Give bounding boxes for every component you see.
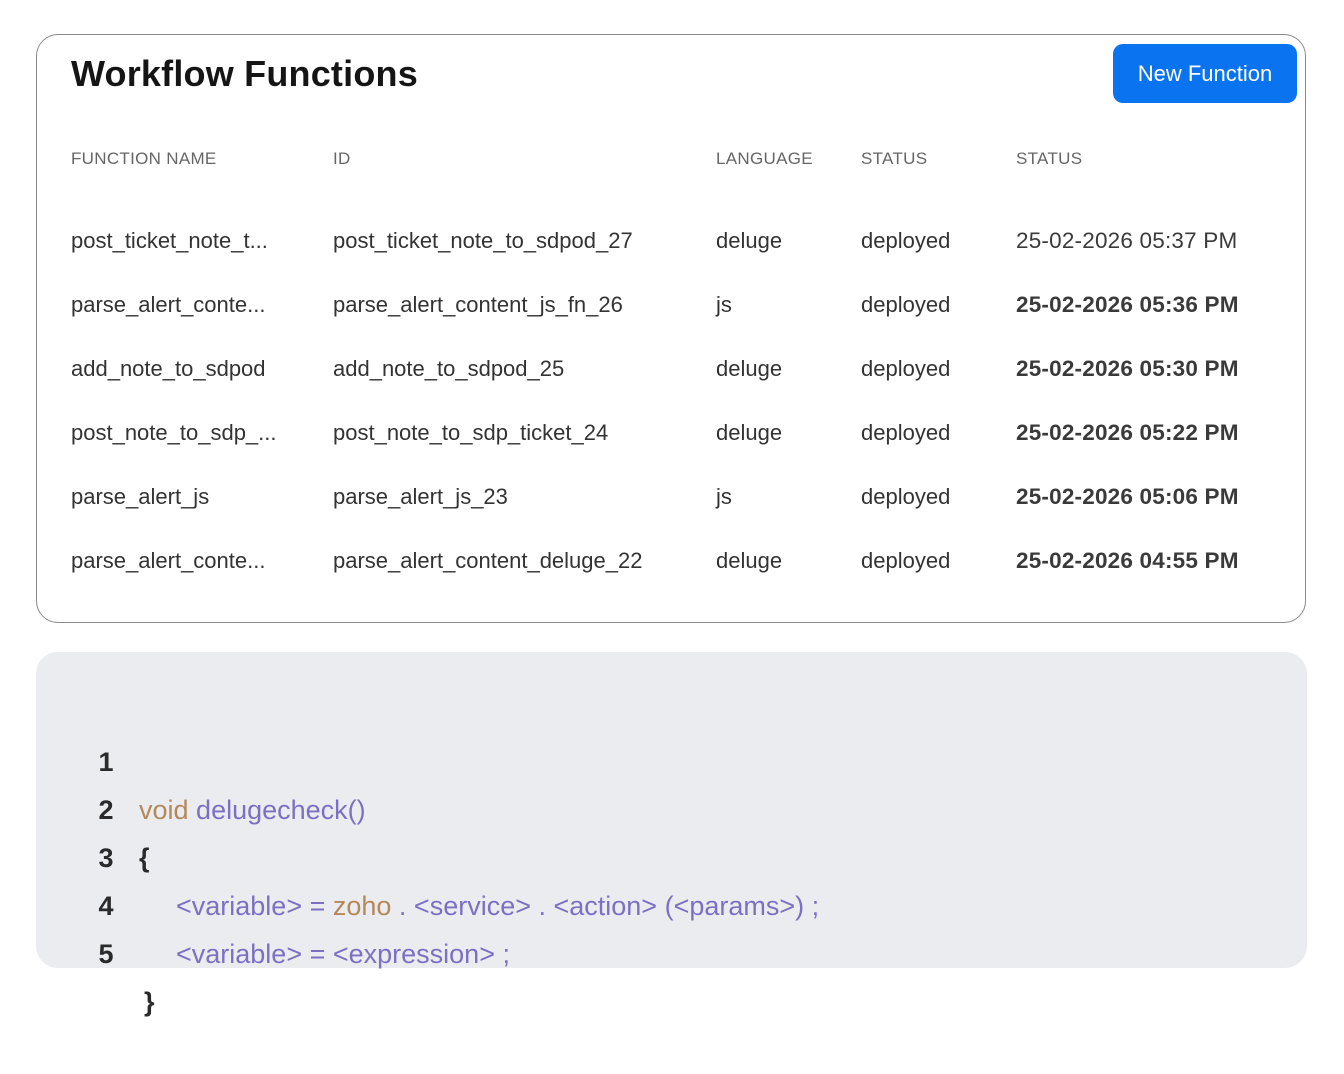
status-cell: deployed xyxy=(861,228,951,253)
code-line: 3 <variable> = zoho . <service> . <actio… xyxy=(36,786,819,921)
code-line: 4 <variable> = <expression> ; xyxy=(36,834,509,969)
function-id-cell: parse_alert_content_js_fn_26 xyxy=(333,292,623,317)
code-keyword-zoho: zoho xyxy=(332,891,392,921)
table-row[interactable]: add_note_to_sdpod add_note_to_sdpod_25 d… xyxy=(37,349,1305,389)
function-id-cell: parse_alert_content_deluge_22 xyxy=(333,548,643,573)
column-header-language[interactable]: LANGUAGE xyxy=(716,149,813,169)
language-cell: deluge xyxy=(716,548,783,573)
status-cell: deployed xyxy=(861,356,951,381)
code-text: void delugecheck() xyxy=(139,786,366,834)
line-number: 2 xyxy=(98,795,114,825)
date-cell: 25-02-2026 05:37 PM xyxy=(1016,228,1238,253)
function-id-cell: add_note_to_sdpod_25 xyxy=(333,356,565,381)
code-function-name: delugecheck() xyxy=(196,795,366,825)
column-header-date[interactable]: STATUS xyxy=(1016,149,1082,169)
function-id-cell: post_ticket_note_to_sdpod_27 xyxy=(333,228,633,253)
language-cell: deluge xyxy=(716,228,783,253)
line-number: 1 xyxy=(98,747,114,777)
status-cell: deployed xyxy=(861,292,951,317)
code-keyword: void xyxy=(139,795,189,825)
column-header-id[interactable]: ID xyxy=(333,149,351,169)
language-cell: js xyxy=(716,292,732,317)
function-name-cell: post_note_to_sdp_... xyxy=(71,420,277,445)
function-id-cell: parse_alert_js_23 xyxy=(333,484,508,509)
code-variable-assign: <variable> = xyxy=(176,891,333,921)
column-header-function-name[interactable]: FUNCTION NAME xyxy=(71,149,217,169)
function-id-cell: post_note_to_sdp_ticket_24 xyxy=(333,420,609,445)
language-cell: deluge xyxy=(716,420,783,445)
code-snippet-panel: 1 void delugecheck() 2 { 3 <variable> = … xyxy=(36,652,1307,1017)
line-number: 5 xyxy=(98,939,114,969)
language-cell: js xyxy=(716,484,732,509)
column-header-status[interactable]: STATUS xyxy=(861,149,927,169)
line-number: 3 xyxy=(98,843,114,873)
status-cell: deployed xyxy=(861,484,951,509)
new-function-button[interactable]: New Function xyxy=(1113,44,1297,103)
code-brace-open: { xyxy=(139,843,150,873)
code-expression: <variable> = <expression> ; xyxy=(176,939,510,969)
code-service-action: . <service> . <action> (<params>) ; xyxy=(391,891,820,921)
code-text: <variable> = zoho . <service> . <action>… xyxy=(176,882,819,930)
table-row[interactable]: parse_alert_conte... parse_alert_content… xyxy=(37,285,1305,325)
date-cell: 25-02-2026 05:06 PM xyxy=(1016,484,1239,509)
function-name-cell: post_ticket_note_t... xyxy=(71,228,268,253)
table-row[interactable]: post_note_to_sdp_... post_note_to_sdp_ti… xyxy=(37,413,1305,453)
date-cell: 25-02-2026 05:36 PM xyxy=(1016,292,1239,317)
function-name-cell: parse_alert_js xyxy=(71,484,210,509)
table-row[interactable]: parse_alert_conte... parse_alert_content… xyxy=(37,541,1305,581)
function-name-cell: parse_alert_conte... xyxy=(71,292,266,317)
table-row[interactable]: parse_alert_js parse_alert_js_23 js depl… xyxy=(37,477,1305,517)
function-name-cell: add_note_to_sdpod xyxy=(71,356,266,381)
code-brace-close: } xyxy=(144,987,155,1017)
table-row[interactable]: post_ticket_note_t... post_ticket_note_t… xyxy=(37,221,1305,261)
page-title: Workflow Functions xyxy=(71,53,418,94)
code-line: 2 { xyxy=(36,738,149,873)
code-line: 1 void delugecheck() xyxy=(36,690,365,825)
line-number: 4 xyxy=(98,891,114,921)
date-cell: 25-02-2026 05:30 PM xyxy=(1016,356,1239,381)
status-cell: deployed xyxy=(861,420,951,445)
function-name-cell: parse_alert_conte... xyxy=(71,548,266,573)
date-cell: 25-02-2026 04:55 PM xyxy=(1016,548,1239,573)
workflow-functions-card: Workflow Functions New Function FUNCTION… xyxy=(36,34,1306,623)
date-cell: 25-02-2026 05:22 PM xyxy=(1016,420,1239,445)
code-line: 5 } xyxy=(36,882,154,1017)
status-cell: deployed xyxy=(861,548,951,573)
language-cell: deluge xyxy=(716,356,783,381)
